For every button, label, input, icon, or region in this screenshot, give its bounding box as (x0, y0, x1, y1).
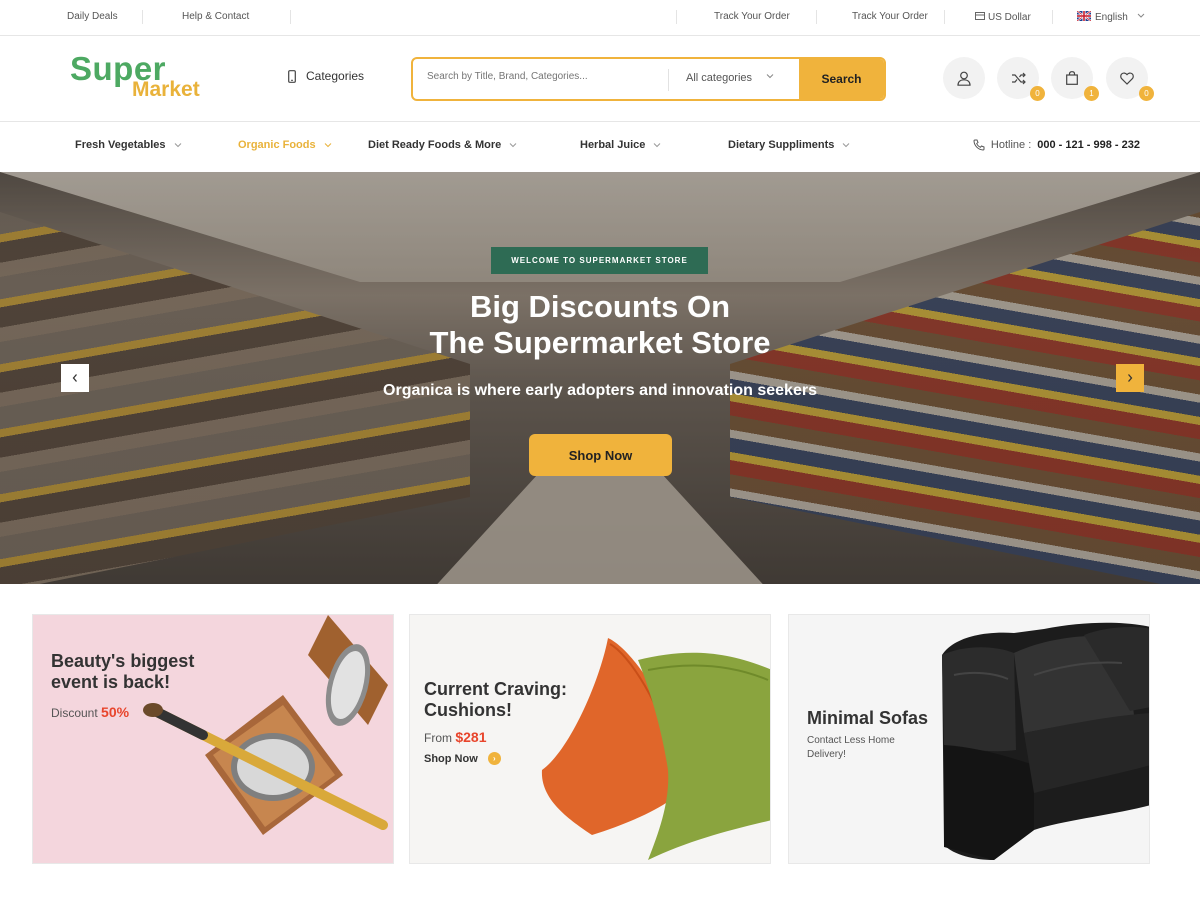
promo-discount: Discount 50% (51, 704, 129, 720)
hero-shop-now-button[interactable]: Shop Now (529, 434, 672, 476)
nav-item-dietary-suppliments[interactable]: Dietary Suppliments (728, 139, 850, 151)
hotline[interactable]: Hotline : 000 - 121 - 998 - 232 (973, 139, 1140, 151)
wallet-icon (975, 12, 985, 20)
flag-icon (1076, 10, 1092, 22)
bag-icon (1066, 71, 1078, 85)
language-selector[interactable]: English (1076, 10, 1145, 23)
track-order-link-2[interactable]: Track Your Order (852, 11, 928, 22)
promo-price-value: $281 (455, 729, 487, 745)
slider-prev-button[interactable] (61, 364, 89, 392)
divider (676, 10, 677, 24)
promo-price: From $281 (424, 729, 487, 745)
hero-title-line-1: Big Discounts On (469, 289, 731, 324)
wishlist-button[interactable]: 0 (1106, 57, 1154, 101)
nav-item-label: Diet Ready Foods & More (368, 139, 502, 151)
promo-description: Contact Less Home Delivery! (807, 734, 895, 762)
currency-selector[interactable]: US Dollar (975, 11, 1031, 23)
top-bar: Daily Deals Help & Contact Track Your Or… (0, 0, 1200, 36)
divider (1052, 10, 1053, 24)
makeup-mirror-image (143, 615, 388, 835)
chevron-down-icon (509, 143, 517, 148)
chevron-left-icon (72, 374, 77, 382)
daily-deals-link[interactable]: Daily Deals (67, 11, 118, 22)
hero-welcome-badge: WELCOME TO SUPERMARKET STORE (491, 247, 708, 274)
shuffle-icon (1011, 72, 1026, 84)
promo-shop-now-link[interactable]: Shop Now › (424, 752, 501, 765)
cushions-image (541, 638, 770, 860)
hero-subtitle: Organica is where early adopters and inn… (383, 382, 817, 399)
promo-price-label: From (424, 731, 452, 745)
chevron-right-icon (1128, 374, 1133, 382)
header: Super Market Categories All categories S… (0, 36, 1200, 122)
nav-item-label: Dietary Suppliments (728, 139, 835, 151)
hero-slider: WELCOME TO SUPERMARKET STORE Big Discoun… (0, 172, 1200, 584)
search-button[interactable]: Search (799, 59, 884, 99)
phone-icon (288, 69, 296, 83)
account-button[interactable] (943, 57, 985, 99)
hero-title: Big Discounts On The Supermarket Store (0, 289, 1200, 361)
slider-next-button[interactable] (1116, 364, 1144, 392)
track-order-link[interactable]: Track Your Order (714, 11, 790, 22)
heart-icon (1120, 71, 1134, 85)
promo-description-line-2: Delivery! (807, 749, 846, 760)
main-nav: Fresh Vegetables Organic Foods Diet Read… (0, 122, 1200, 172)
promo-shop-now-label: Shop Now (424, 752, 478, 765)
promo-card-beauty[interactable]: Beauty's biggest event is back! Discount… (32, 614, 394, 864)
promo-discount-label: Discount (51, 706, 98, 720)
compare-count-badge: 0 (1030, 86, 1045, 101)
logo[interactable]: Super Market (70, 50, 220, 106)
compare-button[interactable]: 0 (997, 57, 1045, 101)
chevron-down-icon (174, 143, 181, 148)
promo-discount-value: 50% (101, 704, 130, 720)
wishlist-count-badge: 0 (1139, 86, 1154, 101)
nav-item-label: Fresh Vegetables (75, 139, 166, 151)
nav-item-label: Herbal Juice (580, 139, 646, 151)
divider (944, 10, 945, 24)
hotline-number: 000 - 121 - 998 - 232 (1037, 139, 1140, 151)
chevron-down-icon (1137, 13, 1144, 18)
divider (290, 10, 291, 24)
categories-button[interactable]: Categories (288, 69, 364, 83)
promo-card-cushions[interactable]: Current Craving: Cushions! From $281 Sho… (409, 614, 771, 864)
search-input[interactable] (427, 71, 667, 82)
chevron-down-icon (324, 143, 331, 148)
nav-item-label: Organic Foods (238, 139, 316, 151)
help-contact-link[interactable]: Help & Contact (182, 11, 249, 22)
divider (142, 10, 143, 24)
search-bar: All categories Search (411, 57, 886, 101)
divider (816, 10, 817, 24)
cart-button[interactable]: 1 (1051, 57, 1099, 101)
promo-card-sofas[interactable]: Minimal Sofas Contact Less Home Delivery… (788, 614, 1150, 864)
chevron-down-icon (766, 74, 774, 79)
nav-item-fresh-vegetables[interactable]: Fresh Vegetables (75, 139, 182, 151)
nav-item-herbal-juice[interactable]: Herbal Juice (580, 139, 661, 151)
user-icon (957, 71, 971, 86)
promo-description-line-1: Contact Less Home (807, 735, 895, 746)
chevron-down-icon (843, 143, 850, 148)
promo-title: Minimal Sofas (807, 708, 929, 728)
hero-overlay (0, 172, 1200, 584)
categories-label: Categories (306, 69, 365, 83)
divider (668, 69, 669, 91)
logo-text-market: Market (132, 78, 200, 101)
category-select[interactable]: All categories (686, 72, 752, 84)
chevron-down-icon (654, 143, 661, 148)
language-label: English (1095, 12, 1128, 23)
arrow-right-icon: › (487, 752, 501, 765)
currency-label: US Dollar (988, 12, 1031, 23)
cart-count-badge: 1 (1084, 86, 1099, 101)
phone-icon (973, 139, 985, 151)
sofa-image (942, 622, 1149, 860)
hero-title-line-2: The Supermarket Store (429, 325, 771, 360)
nav-item-organic-foods[interactable]: Organic Foods (238, 139, 332, 151)
hotline-label: Hotline : (990, 139, 1032, 151)
nav-item-diet-ready-foods[interactable]: Diet Ready Foods & More (368, 139, 517, 151)
